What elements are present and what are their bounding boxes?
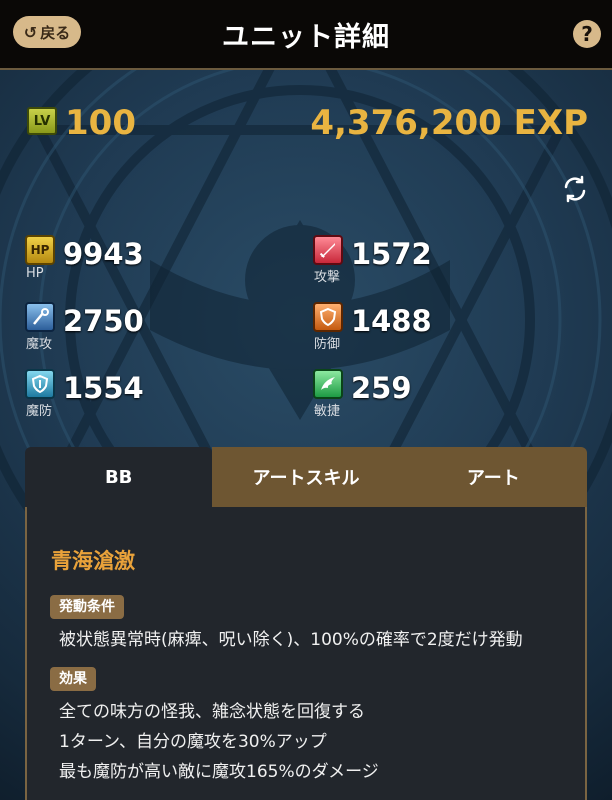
staff-icon — [25, 302, 55, 332]
stat-value: 2750 — [63, 304, 144, 338]
stat-magic-attack: 魔攻 2750 — [25, 302, 225, 362]
wing-icon — [313, 369, 343, 399]
magic-shield-icon — [25, 369, 55, 399]
level-badge-text: LV — [33, 113, 51, 129]
skill-panel: 青海滄激 発動条件 被状態異常時(麻痺、呪い除く)、100%の確率で2度だけ発動… — [25, 507, 587, 800]
refresh-button[interactable] — [558, 172, 592, 206]
stat-label: 攻撃 — [314, 270, 341, 285]
condition-text: 被状態異常時(麻痺、呪い除く)、100%の確率で2度だけ発動 — [59, 630, 523, 650]
effect-tag: 効果 — [50, 667, 96, 691]
stat-label: HP — [26, 266, 44, 281]
effect-line: 全ての味方の怪我、雑念状態を回復する — [59, 702, 365, 722]
stat-value: 259 — [351, 371, 412, 405]
top-bar: ↺ 戻る ユニット詳細 ? — [0, 0, 612, 70]
stat-agility: 敏捷 259 — [313, 369, 513, 429]
stat-defense: 防御 1488 — [313, 302, 513, 362]
stat-label: 魔攻 — [26, 337, 53, 352]
tab-art[interactable]: アート — [399, 447, 587, 507]
level-row: LV 100 4,376,200 EXP — [25, 100, 590, 146]
condition-tag: 発動条件 — [50, 595, 124, 619]
stat-label: 魔防 — [26, 404, 53, 419]
sword-icon — [313, 235, 343, 265]
refresh-icon — [564, 175, 586, 203]
level-value: 100 — [65, 103, 136, 143]
level-badge-icon: LV — [27, 107, 57, 135]
stat-label: 防御 — [314, 337, 341, 352]
effect-line: 1ターン、自分の魔攻を30%アップ — [59, 732, 327, 752]
stat-value: 1572 — [351, 237, 432, 271]
stat-attack: 攻撃 1572 — [313, 235, 513, 295]
hp-badge-text: HP — [30, 243, 50, 257]
stat-value: 1554 — [63, 371, 144, 405]
hp-icon: HP — [25, 235, 55, 265]
tab-art-skill[interactable]: アートスキル — [212, 447, 400, 507]
skill-name: 青海滄激 — [51, 549, 135, 573]
skill-tabs: BB アートスキル アート — [25, 447, 587, 507]
effect-line: 最も魔防が高い敵に魔攻165%のダメージ — [59, 762, 379, 782]
shield-icon — [313, 302, 343, 332]
stat-value: 1488 — [351, 304, 432, 338]
stat-hp: HP HP 9943 — [25, 235, 225, 295]
stat-magic-defense: 魔防 1554 — [25, 369, 225, 429]
stat-label: 敏捷 — [314, 404, 341, 419]
exp-value: 4,376,200 EXP — [310, 103, 588, 143]
page-title: ユニット詳細 — [222, 21, 390, 53]
tab-bb[interactable]: BB — [25, 447, 213, 507]
help-button[interactable]: ? — [573, 20, 601, 48]
question-mark-icon: ? — [581, 22, 593, 46]
stat-value: 9943 — [63, 237, 144, 271]
